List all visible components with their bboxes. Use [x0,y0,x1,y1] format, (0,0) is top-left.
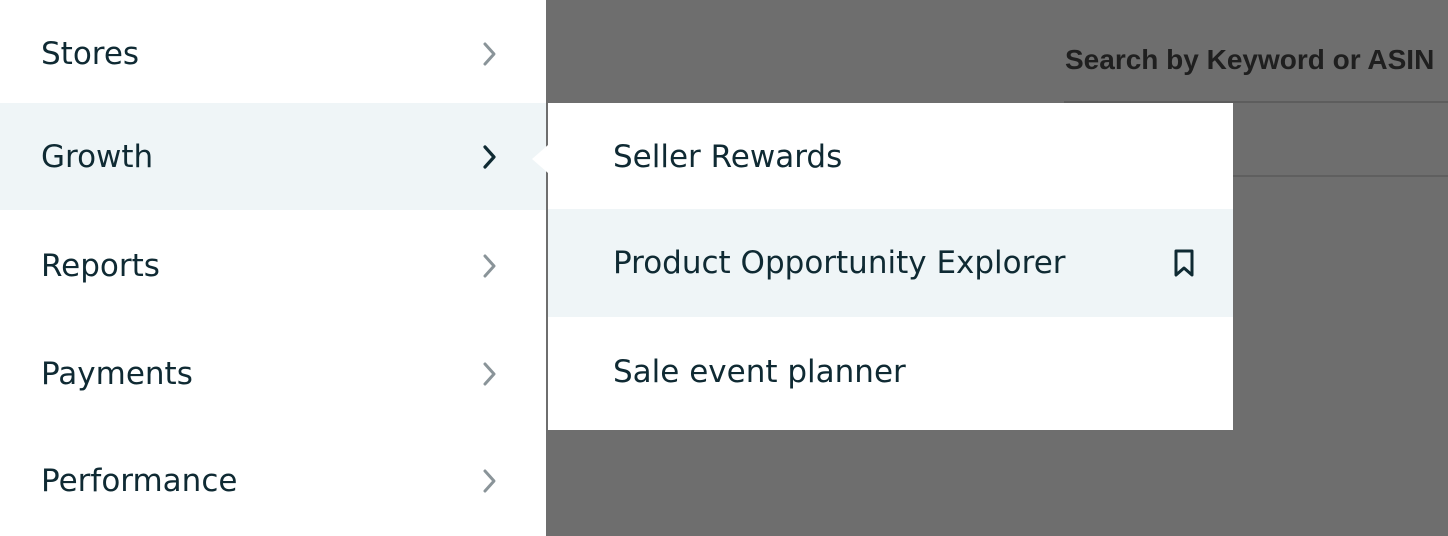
submenu-item-product-opportunity-explorer[interactable]: Product Opportunity Explorer [548,209,1233,317]
growth-submenu: Seller Rewards Product Opportunity Explo… [548,103,1233,430]
submenu-item-label: Seller Rewards [613,139,843,175]
submenu-item-label: Product Opportunity Explorer [613,245,1066,281]
menu-item-label: Performance [41,462,238,499]
submenu-item-sale-event-planner[interactable]: Sale event planner [548,318,1233,426]
menu-item-performance[interactable]: Performance [0,427,546,534]
menu-item-stores[interactable]: Stores [0,0,546,107]
side-navigation-menu: Stores Growth Reports Payments Performan… [0,0,546,536]
menu-item-label: Growth [41,138,154,175]
chevron-right-icon [480,143,500,171]
chevron-right-icon [480,40,500,68]
menu-item-payments[interactable]: Payments [0,320,546,427]
submenu-item-label: Sale event planner [613,354,906,390]
divider-line [1233,175,1448,177]
flyout-pointer [532,145,548,173]
menu-item-label: Payments [41,355,193,392]
menu-item-growth[interactable]: Growth [0,103,546,210]
menu-item-label: Reports [41,247,160,284]
chevron-right-icon [480,467,500,495]
menu-item-label: Stores [41,35,140,72]
submenu-item-seller-rewards[interactable]: Seller Rewards [548,103,1233,211]
chevron-right-icon [480,360,500,388]
bookmark-icon[interactable] [1173,249,1195,277]
search-label: Search by Keyword or ASIN [1065,44,1435,75]
menu-item-reports[interactable]: Reports [0,212,546,319]
chevron-right-icon [480,252,500,280]
